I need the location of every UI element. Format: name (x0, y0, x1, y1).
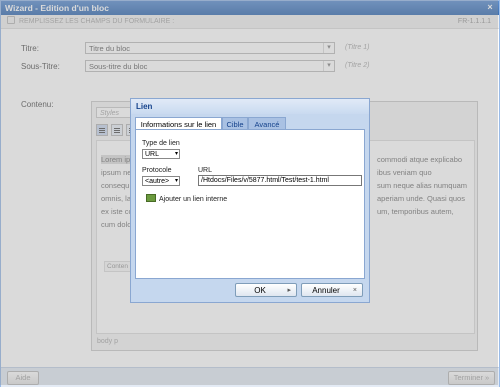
link-type-value: URL (145, 151, 160, 158)
add-internal-link-label: Ajouter un lien interne (159, 196, 228, 203)
protocol-label: Protocole (142, 167, 172, 174)
link-type-label: Type de lien (142, 140, 180, 147)
chevron-down-icon: ▾ (174, 151, 178, 157)
close-icon: × (352, 287, 357, 294)
link-icon (146, 194, 156, 202)
chevron-down-icon: ▾ (174, 178, 178, 184)
protocol-select[interactable]: <autre> ▾ (142, 176, 180, 186)
ok-button[interactable]: OK ▸ (235, 283, 297, 297)
cancel-label: Annuler (312, 286, 340, 295)
link-info-panel: Type de lien URL ▾ Protocole <autre> ▾ U… (135, 129, 365, 279)
protocol-value: <autre> (145, 178, 170, 185)
url-input[interactable]: /Htdocs/Files/v/5877.html/Test/test-1.ht… (198, 175, 362, 186)
add-internal-link[interactable]: Ajouter un lien interne (146, 194, 227, 203)
url-label: URL (198, 167, 213, 174)
cancel-button[interactable]: Annuler × (301, 283, 363, 297)
link-type-select[interactable]: URL ▾ (142, 149, 180, 159)
ok-label: OK (254, 286, 266, 295)
dialog-title: Lien (131, 99, 369, 114)
link-dialog: Lien Informations sur le lien Cible Avan… (130, 98, 370, 303)
chevron-right-icon: ▸ (287, 287, 291, 294)
